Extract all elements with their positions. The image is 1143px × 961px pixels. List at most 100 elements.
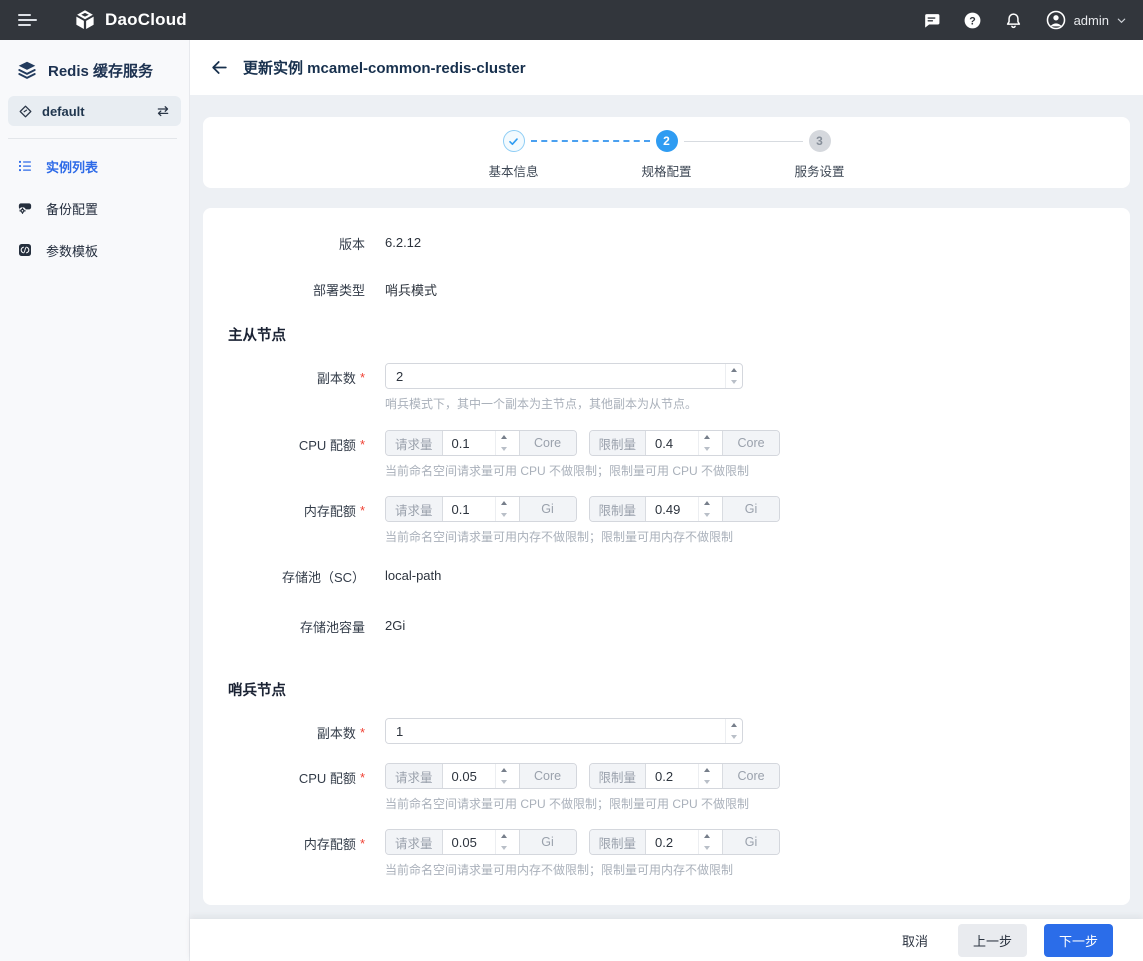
stepper-up-button[interactable]: [726, 364, 742, 376]
replicas-label: 副本数: [317, 723, 356, 742]
limit-prefix-label: 限制量: [590, 431, 647, 455]
memory-unit-label: Gi: [722, 497, 779, 521]
request-prefix-label: 请求量: [386, 764, 443, 788]
sentinel-replicas-row: 副本数*: [203, 718, 1130, 744]
stepper-up-button[interactable]: [496, 497, 512, 509]
stepper-up-button[interactable]: [496, 431, 512, 443]
deploy-type-row: 部署类型 哨兵模式: [203, 280, 1130, 300]
master-replicas-row: 副本数* 哨兵模式下，其中一个副本为主节点，其他副本为从节点。: [203, 363, 1130, 412]
storage-capacity-row: 存储池容量 2Gi: [203, 617, 1130, 636]
deploy-type-value: 哨兵模式: [385, 282, 437, 298]
cpu-unit-label: Core: [519, 431, 576, 455]
required-mark: *: [360, 503, 365, 518]
sidebar-item-backup-config[interactable]: 备份配置: [0, 187, 189, 229]
stepper-down-button[interactable]: [699, 776, 715, 788]
stepper-up-button[interactable]: [699, 830, 715, 842]
action-bar: 取消 上一步 下一步: [190, 919, 1143, 961]
cpu-limit-group: 限制量 Core: [589, 763, 781, 789]
stepper-card: 基本信息 2 规格配置 3 服务设置: [203, 117, 1130, 188]
cpu-request-group: 请求量 Core: [385, 430, 577, 456]
menu-toggle-button[interactable]: [14, 10, 41, 30]
chevron-down-icon: [1116, 15, 1127, 26]
sentinel-replicas-input[interactable]: [386, 719, 725, 743]
master-memory-request-input[interactable]: [443, 497, 495, 521]
master-memory-limit-input[interactable]: [646, 497, 698, 521]
sidebar-item-instance-list[interactable]: 实例列表: [0, 145, 189, 187]
storage-capacity-label: 存储池容量: [300, 617, 365, 636]
version-row: 版本 6.2.12: [203, 234, 1130, 253]
storage-pool-label: 存储池（SC）: [282, 567, 365, 586]
required-mark: *: [360, 836, 365, 851]
stepper-up-button[interactable]: [496, 764, 512, 776]
user-name: admin: [1074, 13, 1109, 28]
stepper-down-button[interactable]: [496, 509, 512, 521]
previous-step-button[interactable]: 上一步: [958, 924, 1027, 957]
stepper-up-button[interactable]: [726, 719, 742, 731]
step-label: 规格配置: [641, 161, 691, 180]
memory-request-group: 请求量 Gi: [385, 829, 577, 855]
sentinel-memory-limit-input[interactable]: [646, 830, 698, 854]
switch-namespace-icon[interactable]: [155, 103, 171, 119]
stepper-up-button[interactable]: [496, 830, 512, 842]
sidebar-item-label: 实例列表: [46, 157, 98, 176]
redis-layers-icon: [16, 59, 38, 81]
sidebar-item-parameter-templates[interactable]: 参数模板: [0, 229, 189, 271]
storage-pool-value: local-path: [385, 567, 441, 583]
sentinel-memory-request-input[interactable]: [443, 830, 495, 854]
cpu-request-group: 请求量 Core: [385, 763, 577, 789]
limit-prefix-label: 限制量: [590, 830, 647, 854]
stepper-down-button[interactable]: [699, 509, 715, 521]
template-braces-icon: [17, 242, 33, 258]
step-done-check-icon: [503, 130, 525, 152]
cpu-unit-label: Core: [722, 431, 779, 455]
sidebar-item-label: 参数模板: [46, 241, 98, 260]
step-label: 基本信息: [488, 161, 538, 180]
sentinel-cpu-request-input[interactable]: [443, 764, 495, 788]
stepper-down-button[interactable]: [496, 443, 512, 455]
step-spec-config: 2 规格配置: [590, 130, 743, 180]
step-basic-info: 基本信息: [437, 130, 590, 180]
page-title: 更新实例 mcamel-common-redis-cluster: [243, 57, 526, 78]
sentinel-cpu-limit-input[interactable]: [646, 764, 698, 788]
cancel-button[interactable]: 取消: [902, 931, 928, 950]
cpu-limit-group: 限制量 Core: [589, 430, 781, 456]
memory-limit-group: 限制量 Gi: [589, 829, 781, 855]
next-step-button[interactable]: 下一步: [1044, 924, 1113, 957]
stepper-down-button[interactable]: [496, 776, 512, 788]
backup-gear-icon: [17, 200, 33, 216]
master-cpu-request-input[interactable]: [443, 431, 495, 455]
brand: DaoCloud: [73, 8, 187, 32]
sentinel-cpu-row: CPU 配额* 请求量: [203, 763, 1130, 812]
memory-quota-label: 内存配额: [304, 834, 356, 853]
master-replicas-input[interactable]: [386, 364, 725, 388]
stepper-up-button[interactable]: [699, 497, 715, 509]
stepper-up-button[interactable]: [699, 764, 715, 776]
replicas-help-text: 哨兵模式下，其中一个副本为主节点，其他副本为从节点。: [385, 395, 743, 412]
sidebar-nav: 实例列表 备份配置: [0, 145, 189, 271]
stepper-down-button[interactable]: [496, 842, 512, 854]
help-icon[interactable]: ?: [963, 11, 982, 30]
bell-icon[interactable]: [1004, 11, 1023, 30]
namespace-selector[interactable]: default: [8, 96, 181, 126]
step-label: 服务设置: [794, 161, 844, 180]
sentinel-section-title: 哨兵节点: [203, 679, 1130, 700]
master-cpu-limit-input[interactable]: [646, 431, 698, 455]
cpu-unit-label: Core: [722, 764, 779, 788]
svg-text:?: ?: [969, 15, 976, 27]
stepper: 基本信息 2 规格配置 3 服务设置: [437, 130, 896, 180]
back-arrow-icon[interactable]: [208, 56, 231, 79]
required-mark: *: [360, 437, 365, 452]
stepper-up-button[interactable]: [699, 431, 715, 443]
memory-request-group: 请求量 Gi: [385, 496, 577, 522]
version-label: 版本: [339, 234, 365, 253]
stepper-down-button[interactable]: [726, 376, 742, 388]
stepper-down-button[interactable]: [726, 731, 742, 743]
stepper-down-button[interactable]: [699, 443, 715, 455]
chat-icon[interactable]: [922, 11, 941, 30]
cpu-help-text: 当前命名空间请求量可用 CPU 不做限制；限制量可用 CPU 不做限制: [385, 462, 780, 479]
user-menu[interactable]: admin: [1045, 9, 1127, 31]
stepper-down-button[interactable]: [699, 842, 715, 854]
memory-unit-label: Gi: [722, 830, 779, 854]
avatar-icon: [1045, 9, 1067, 31]
step-number: 2: [656, 130, 678, 152]
